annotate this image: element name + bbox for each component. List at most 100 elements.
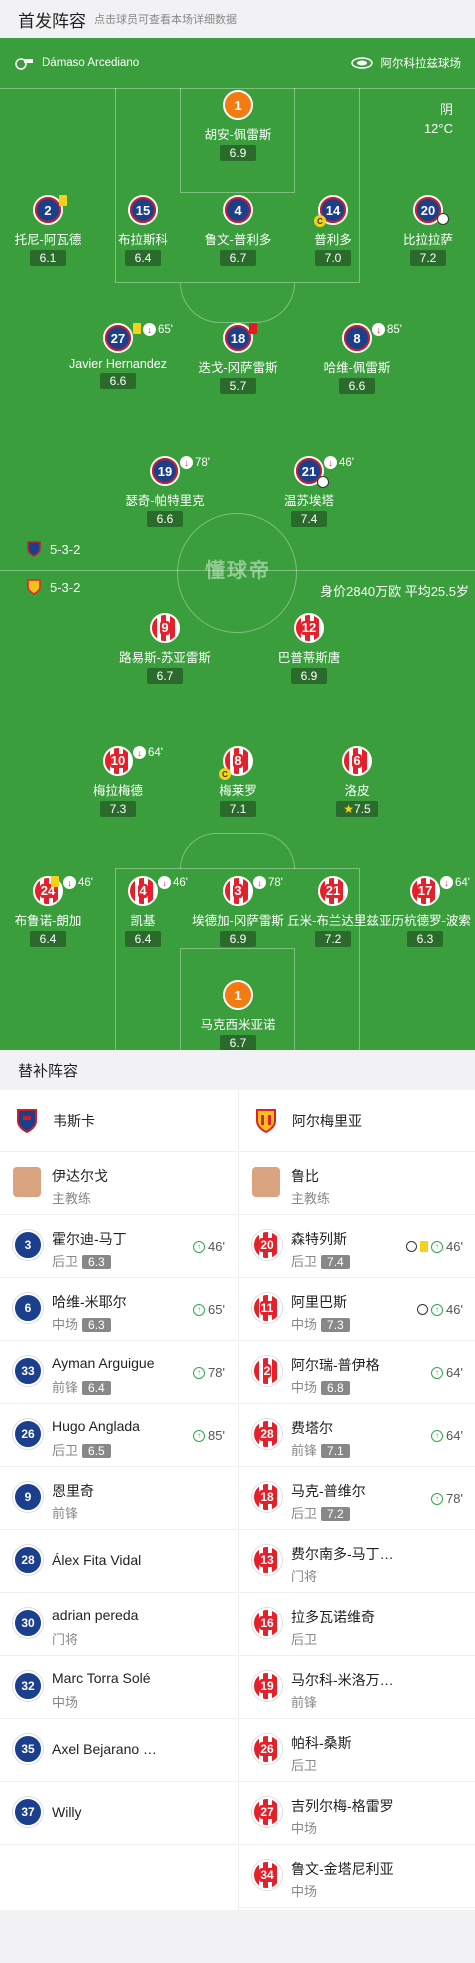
sub-player-number-text: 35 (21, 1742, 35, 1756)
home-player-20[interactable]: 20 比拉拉萨 7.2 (373, 195, 475, 267)
sub-out-icon: ↓ (180, 456, 193, 469)
sub-in-indicator: ↑ 85' (193, 1428, 225, 1443)
match-info-bar: Dámaso Arcediano 阿尔科拉兹球场 (0, 38, 475, 88)
away-player-9[interactable]: 9 路易斯-苏亚雷斯 6.7 (110, 613, 220, 685)
sub-player-row[interactable]: 37 Willy (0, 1782, 237, 1845)
home-formation: 5-3-2 (26, 541, 80, 557)
home-bench-column: 韦斯卡 伊达尔戈 主教练 3 霍尔迪-马丁 后卫 6.3 ↑ 46' 6 哈维-米耶尔 中场 6.… (0, 1090, 237, 1845)
away-player-17[interactable]: 17 ↓ 64' 亚历杭德罗-波索 6.3 (370, 876, 475, 948)
sub-player-position: 后卫 (291, 1629, 317, 1648)
home-player-18[interactable]: 18 迭戈-冈萨雷斯 5.7 (183, 323, 293, 395)
sub-in-icon: ↑ (193, 1429, 206, 1442)
player-name: 迭戈-冈萨雷斯 (198, 361, 278, 375)
home-player-8[interactable]: 8 ↓ 85' 哈维-佩雷斯 6.6 (302, 323, 412, 395)
sub-player-name: Álex Fita Vidal (52, 1552, 142, 1568)
sub-player-row[interactable]: 20 森特列斯 后卫 7.4 ↑ 46' (239, 1215, 475, 1278)
player-number-text: 12 (300, 620, 318, 635)
sub-player-row[interactable]: 16 拉多瓦诺维奇 后卫 (239, 1593, 475, 1656)
sub-player-name: 吉列尔梅-格雷罗 (291, 1798, 394, 1814)
sub-player-row[interactable]: 2 阿尔瑞-普伊格 中场 6.8 ↑ 64' (239, 1341, 475, 1404)
page-title: 首发阵容 (18, 11, 86, 31)
player-rating: ★7.5 (336, 801, 378, 817)
star-icon: ★ (343, 802, 355, 816)
sub-player-number: 20 (252, 1230, 282, 1260)
sub-player-position: 中场 (291, 1881, 317, 1900)
away-player-1[interactable]: 1 马克西米亚诺 6.7 (183, 980, 293, 1050)
player-number-text: 21 (324, 883, 342, 898)
coach-role: 主教练 (52, 1191, 92, 1206)
away-formation-text: 5-3-2 (50, 579, 81, 595)
away-player-10[interactable]: 10 ↓ 64' 梅拉梅德 7.3 (63, 746, 173, 818)
player-name: 梅莱罗 (219, 784, 257, 798)
sub-player-row[interactable]: 30 adrian pereda 门将 (0, 1593, 237, 1656)
player-rating: 6.4 (125, 250, 161, 266)
home-coach-row[interactable]: 伊达尔戈 主教练 (0, 1152, 237, 1215)
player-name: 路易斯-苏亚雷斯 (119, 651, 211, 665)
sub-player-name: 帕科-桑斯 (291, 1735, 352, 1751)
sub-in-icon: ↑ (193, 1366, 206, 1379)
sub-player-position-text: 后卫 (52, 1254, 79, 1269)
sub-player-row[interactable]: 26 Hugo Anglada 后卫 6.5 ↑ 85' (0, 1404, 237, 1467)
sub-in-indicator: ↑ 64' (431, 1365, 463, 1380)
away-team-row[interactable]: 阿尔梅里亚 (239, 1090, 475, 1152)
sub-player-row[interactable]: 35 Axel Bejarano Torres (0, 1719, 237, 1782)
sub-player-position-text: 中场 (52, 1317, 79, 1332)
sub-player-number-text: 6 (24, 1301, 32, 1315)
away-formation: 5-3-2 (26, 579, 80, 595)
sub-player-row[interactable]: 32 Marc Torra Solé 中场 (0, 1656, 237, 1719)
player-rating: 7.1 (220, 801, 256, 817)
sub-player-number-text: 34 (259, 1868, 275, 1882)
away-player-8[interactable]: 8 C 梅莱罗 7.1 (183, 746, 293, 818)
sub-player-position-text: 中场 (291, 1380, 318, 1395)
sub-player-row[interactable]: 28 Álex Fita Vidal (0, 1530, 237, 1593)
sub-player-position: 后卫 6.3 (52, 1251, 111, 1270)
sub-player-rating: 6.4 (82, 1381, 111, 1395)
player-rating: 6.7 (220, 250, 256, 266)
sub-player-row[interactable]: 34 鲁文-金塔尼利亚 中场 (239, 1845, 475, 1908)
player-name: 埃德加-冈萨雷斯 (192, 914, 284, 928)
sub-player-number: 33 (13, 1356, 43, 1386)
sub-player-row[interactable]: 28 费塔尔 前锋 7.1 ↑ 64' (239, 1404, 475, 1467)
away-player-6[interactable]: 6 洛皮 ★7.5 (302, 746, 412, 818)
player-rating: 6.9 (220, 931, 256, 947)
sub-player-row[interactable]: 18 马克-普维尔 后卫 7.2 ↑ 78' (239, 1467, 475, 1530)
home-player-15[interactable]: 15 布拉斯科 6.4 (88, 195, 198, 267)
away-player-3[interactable]: 3 ↓ 78' 埃德加-冈萨雷斯 6.9 (183, 876, 293, 948)
sub-player-row[interactable]: 19 马尔科-米洛万诺维奇前锋 (239, 1656, 475, 1719)
away-player-12[interactable]: 12 巴普蒂斯唐 6.9 (254, 613, 364, 685)
sub-player-row[interactable]: 27 吉列尔梅-格雷罗 中场 (239, 1782, 475, 1845)
sub-player-position-text: 中场 (291, 1317, 318, 1332)
away-coach-row[interactable]: 鲁比 主教练 (239, 1152, 475, 1215)
home-player-21[interactable]: 21 ↓ 46' 温苏埃塔 7.4 (254, 456, 364, 528)
home-player-14[interactable]: 14 C 普利多 7.0 (278, 195, 388, 267)
stadium-icon (350, 57, 373, 69)
player-number: 4 (223, 195, 253, 225)
home-player-27[interactable]: 27 ↓ 65' Javier Hernandez 6.6 (63, 323, 173, 390)
home-player-19[interactable]: 19 ↓ 78' 瑟奇-帕特里克 6.6 (110, 456, 220, 528)
sub-player-name: 恩里奇 (52, 1483, 94, 1499)
away-team-name: 阿尔梅里亚 (292, 1112, 362, 1129)
sub-in-indicator: ↑ 65' (193, 1302, 225, 1317)
player-rating: 6.6 (100, 373, 136, 389)
sub-player-row[interactable]: 3 霍尔迪-马丁 后卫 6.3 ↑ 46' (0, 1215, 237, 1278)
sub-player-number-text: 28 (259, 1427, 275, 1441)
sub-player-number-text: 32 (21, 1679, 35, 1693)
home-player-4[interactable]: 4 鲁文-普利多 6.7 (183, 195, 293, 267)
sub-player-row[interactable]: 33 Ayman Arguigue 前锋 6.4 ↑ 78' (0, 1341, 237, 1404)
home-team-row[interactable]: 韦斯卡 (0, 1090, 237, 1152)
sub-player-row[interactable]: 11 阿里巴斯 中场 7.3 ↑ 46' (239, 1278, 475, 1341)
sub-player-name: Willy (52, 1804, 82, 1820)
sub-player-number: 28 (252, 1419, 282, 1449)
player-number: 21 (318, 876, 348, 906)
sub-player-row[interactable]: 13 费尔南多-马丁内斯 门将 (239, 1530, 475, 1593)
player-rating: 7.2 (315, 931, 351, 947)
pitch: Dámaso Arcediano 阿尔科拉兹球场 阴 12°C 1 胡安-佩雷斯… (0, 38, 475, 1050)
away-player-4[interactable]: 4 ↓ 46' 凯基 6.4 (88, 876, 198, 948)
home-player-1[interactable]: 1 胡安-佩雷斯 6.9 (183, 90, 293, 162)
sub-in-time: 65' (208, 1302, 225, 1317)
sub-player-row[interactable]: 26 帕科-桑斯 后卫 (239, 1719, 475, 1782)
coach-name: 鲁比 (291, 1168, 319, 1184)
sub-player-row[interactable]: 9 恩里奇 前锋 (0, 1467, 237, 1530)
sub-player-row[interactable]: 6 哈维-米耶尔 中场 6.3 ↑ 65' (0, 1278, 237, 1341)
sub-player-position-text: 后卫 (291, 1632, 318, 1647)
